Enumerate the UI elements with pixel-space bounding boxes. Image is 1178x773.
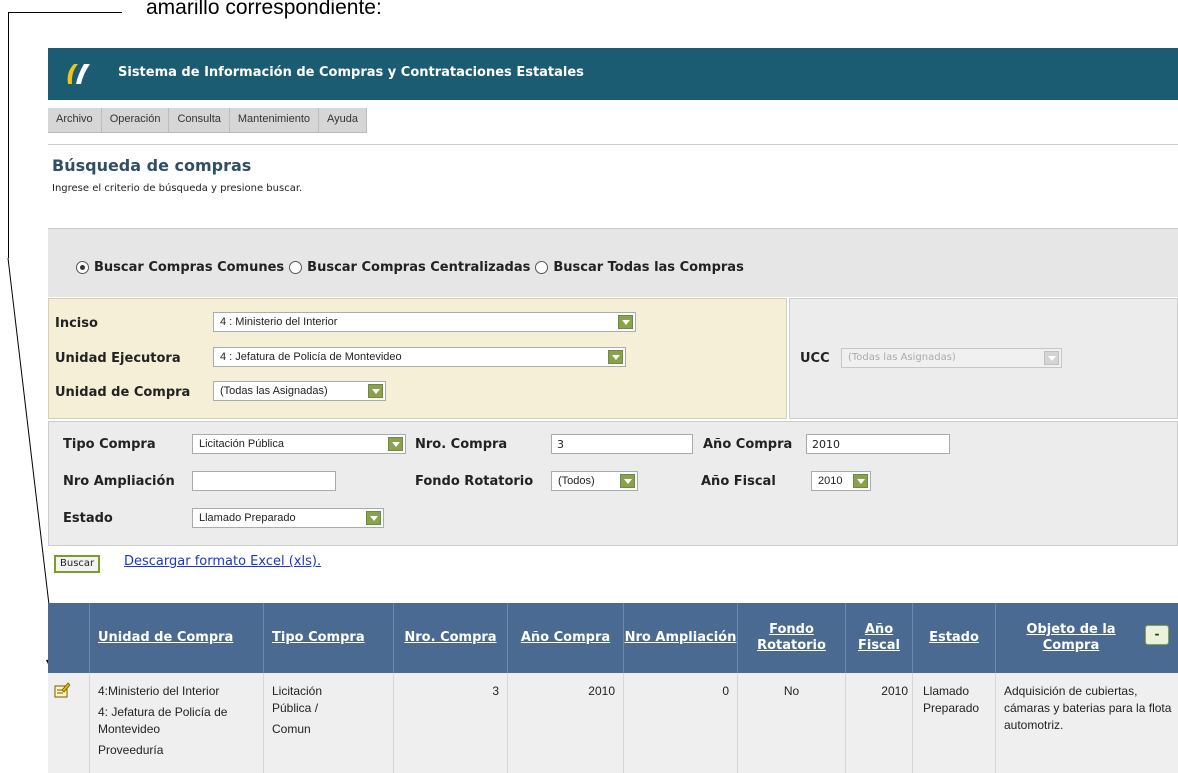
siice-logo-icon — [67, 64, 90, 84]
menu-consulta[interactable]: Consulta — [169, 108, 230, 132]
unidad-compra-select[interactable]: (Todas las Asignadas) — [213, 381, 386, 401]
tipo-compra-label: Tipo Compra — [63, 437, 156, 452]
nro-ampliacion-input[interactable] — [192, 471, 336, 491]
application-window: Sistema de Información de Compras y Cont… — [48, 48, 1178, 773]
filters-panel: Tipo Compra Licitación Pública Nro. Comp… — [48, 421, 1178, 546]
table-row: 4:Ministerio del Interior 4: Jefatura de… — [48, 673, 1178, 773]
app-header: Sistema de Información de Compras y Cont… — [48, 48, 1178, 100]
document-instruction-text: amarillo correspondiente: — [146, 0, 382, 19]
cell-unidad-compra: 4:Ministerio del Interior 4: Jefatura de… — [90, 673, 264, 773]
menu-ayuda[interactable]: Ayuda — [319, 108, 368, 132]
collapse-columns-button[interactable]: - — [1145, 625, 1169, 645]
chevron-down-icon — [608, 350, 623, 364]
ucc-select-value: (Todas las Asignadas) — [848, 352, 956, 363]
organization-panel: Inciso 4 : Ministerio del Interior Unida… — [48, 298, 787, 419]
buscar-button[interactable]: Buscar — [54, 555, 101, 573]
estado-label: Estado — [63, 511, 113, 526]
ucc-select: (Todas las Asignadas) — [841, 348, 1062, 368]
tipo-compra-select[interactable]: Licitación Pública — [192, 434, 406, 454]
cell-anio-compra: 2010 — [508, 673, 624, 773]
menu-archivo[interactable]: Archivo — [48, 108, 102, 132]
cell-tipo-compra: Licitación Pública / Comun — [264, 673, 394, 773]
inciso-select[interactable]: 4 : Ministerio del Interior — [213, 312, 636, 332]
cell-nro-ampliacion: 0 — [624, 673, 738, 773]
col-anio-fiscal[interactable]: Año Fiscal — [846, 603, 913, 673]
inciso-select-value: 4 : Ministerio del Interior — [220, 316, 338, 328]
cell-tipo-compra-line: Licitación Pública / — [272, 684, 323, 715]
nro-ampliacion-label: Nro Ampliación — [63, 474, 175, 489]
search-scope-panel: Buscar Compras Comunes Buscar Compras Ce… — [48, 228, 1178, 297]
nro-compra-label: Nro. Compra — [415, 437, 508, 452]
chevron-down-icon — [368, 384, 383, 398]
estado-select[interactable]: Llamado Preparado — [192, 508, 384, 528]
cell-fondo-rotatorio: No — [738, 673, 846, 773]
cell-unidad-compra-line: 4:Ministerio del Interior — [98, 684, 220, 698]
edit-purchase-icon[interactable] — [54, 682, 70, 698]
cell-tipo-compra-line: Comun — [272, 722, 311, 736]
anio-fiscal-select[interactable]: 2010 — [811, 471, 871, 491]
page-subtitle: Ingrese el criterio de búsqueda y presio… — [52, 183, 303, 194]
cell-objeto: Adquisición de cubiertas, cámaras y bate… — [1004, 684, 1172, 732]
unidad-ejecutora-label: Unidad Ejecutora — [55, 351, 181, 366]
col-estado[interactable]: Estado — [913, 603, 996, 673]
fondo-rotatorio-select[interactable]: (Todos) — [551, 471, 638, 491]
col-unidad-compra[interactable]: Unidad de Compra — [90, 603, 264, 673]
col-objeto-label: Objeto de la Compra — [1026, 622, 1116, 653]
inciso-label: Inciso — [55, 316, 98, 331]
cell-nro-compra: 3 — [394, 673, 508, 773]
radio-compras-centralizadas[interactable] — [289, 261, 303, 274]
download-excel-link[interactable]: Descargar formato Excel (xls). — [124, 554, 321, 569]
row-actions-cell — [48, 673, 90, 773]
fondo-rotatorio-select-value: (Todos) — [558, 475, 595, 487]
col-actions-header — [48, 603, 90, 673]
anio-compra-input[interactable]: 2010 — [806, 434, 950, 454]
anio-fiscal-label: Año Fiscal — [701, 474, 776, 489]
unidad-ejecutora-select-value: 4 : Jefatura de Policía de Montevideo — [220, 351, 402, 363]
chevron-down-icon — [1044, 351, 1059, 365]
tipo-compra-select-value: Licitación Pública — [199, 438, 284, 450]
menu-mantenimiento[interactable]: Mantenimiento — [230, 108, 320, 132]
unidad-compra-select-value: (Todas las Asignadas) — [220, 385, 328, 397]
col-tipo-compra[interactable]: Tipo Compra — [264, 603, 394, 673]
ucc-label: UCC — [800, 351, 830, 366]
cell-estado: Llamado Preparado — [913, 673, 996, 773]
chevron-down-icon — [853, 474, 868, 488]
nro-compra-input[interactable]: 3 — [551, 434, 693, 454]
app-title: Sistema de Información de Compras y Cont… — [118, 65, 584, 80]
chevron-down-icon — [388, 437, 403, 451]
menu-divider — [48, 144, 1178, 145]
chevron-down-icon — [620, 474, 635, 488]
radio-todas-compras-label[interactable]: Buscar Todas las Compras — [553, 260, 743, 275]
anio-compra-label: Año Compra — [703, 437, 793, 452]
cell-anio-fiscal: 2010 — [846, 673, 913, 773]
radio-compras-centralizadas-label[interactable]: Buscar Compras Centralizadas — [307, 260, 530, 275]
ucc-panel: UCC (Todas las Asignadas) — [789, 298, 1178, 419]
radio-todas-compras[interactable] — [535, 261, 549, 274]
unidad-ejecutora-select[interactable]: 4 : Jefatura de Policía de Montevideo — [213, 347, 626, 367]
radio-compras-comunes-label[interactable]: Buscar Compras Comunes — [94, 260, 284, 275]
col-nro-compra[interactable]: Nro. Compra — [394, 603, 508, 673]
fondo-rotatorio-label: Fondo Rotatorio — [415, 474, 534, 489]
page-title: Búsqueda de compras — [52, 156, 252, 175]
chevron-down-icon — [366, 511, 381, 525]
col-anio-compra[interactable]: Año Compra — [508, 603, 624, 673]
estado-select-value: Llamado Preparado — [199, 512, 296, 524]
col-nro-ampliacion[interactable]: Nro Ampliación — [624, 603, 738, 673]
unidad-compra-label: Unidad de Compra — [55, 385, 191, 400]
anio-fiscal-select-value: 2010 — [818, 475, 843, 487]
cell-unidad-compra-line: Proveeduría — [98, 743, 164, 757]
results-table-header: Unidad de Compra Tipo Compra Nro. Compra… — [48, 603, 1178, 673]
radio-compras-comunes[interactable] — [76, 261, 89, 274]
col-fondo-rotatorio[interactable]: Fondo Rotatorio — [738, 603, 846, 673]
chevron-down-icon — [618, 315, 633, 329]
cell-unidad-compra-line: 4: Jefatura de Policía de Montevideo — [98, 705, 228, 736]
menu-operacion[interactable]: Operación — [102, 108, 170, 132]
main-menu: Archivo Operación Consulta Mantenimiento… — [48, 108, 368, 133]
